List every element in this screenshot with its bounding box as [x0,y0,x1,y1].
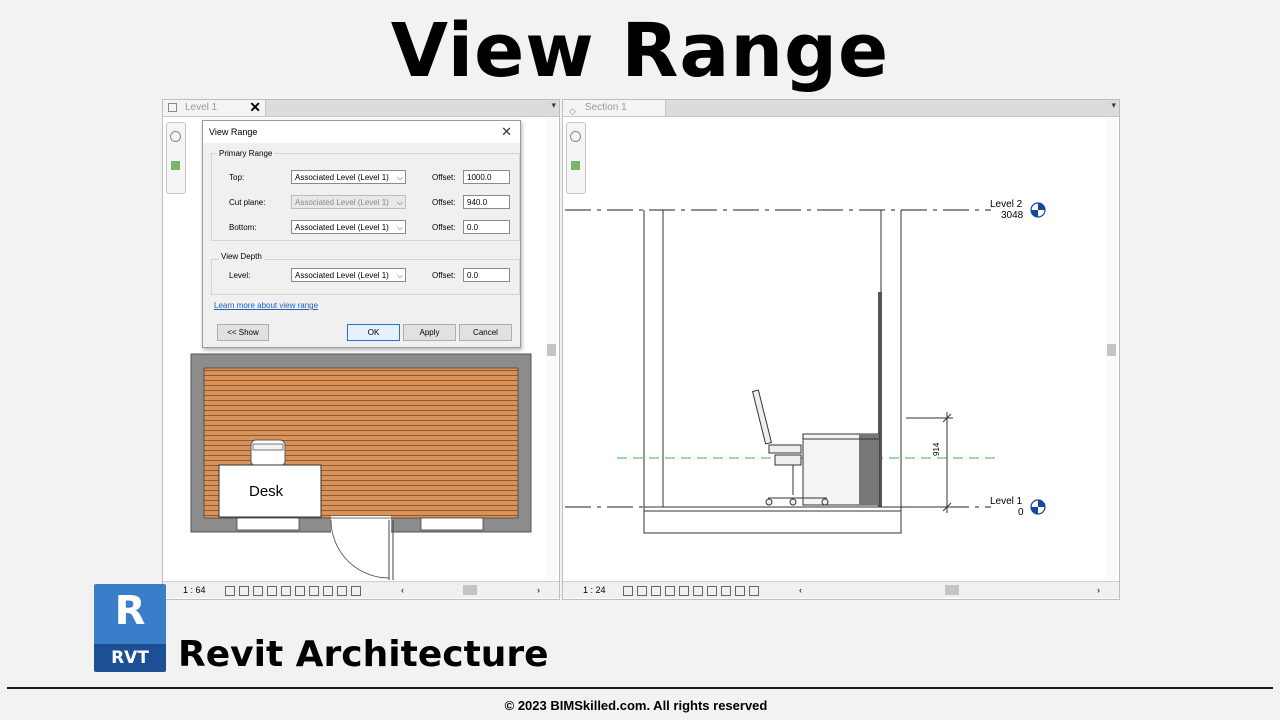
chevron-down-icon: ⌵ [396,271,403,280]
show-crop-icon[interactable] [693,585,703,596]
view-depth-offset-label: Offset: [432,271,456,280]
level-1-marker-icon [1030,499,1046,515]
reveal-hidden-icon[interactable] [735,585,745,596]
view-range-dialog: View Range ✕ Primary Range Top: Associat… [202,120,521,348]
crop-view-icon[interactable] [281,585,291,596]
scale-label[interactable]: 1 : 64 [183,582,206,598]
hide-isolate-icon[interactable] [323,585,333,596]
apply-button[interactable]: Apply [403,324,456,341]
scroll-left-icon[interactable]: ‹ [799,582,802,598]
scroll-thumb[interactable] [1107,344,1116,356]
view-depth-level-label: Level: [229,271,251,280]
shadows-icon[interactable] [267,585,277,596]
bottom-level-combo[interactable]: Associated Level (Level 1) ⌵ [291,220,406,234]
page-title: View Range [390,8,890,94]
h-scroll-thumb[interactable] [463,585,477,595]
dimension-914 [906,412,953,513]
tab-menu-icon[interactable]: ▾ [1111,100,1116,111]
top-offset-field[interactable]: 1000.0 [463,170,510,184]
footer-divider [7,687,1273,689]
chevron-down-icon: ⌵ [396,223,403,232]
left-window [236,517,300,531]
level-2-marker-icon [1030,202,1046,218]
primary-range-label: Primary Range [217,149,275,158]
cut-plane-label: Cut plane: [229,198,266,207]
level-1-elevation[interactable]: 0 [1018,507,1024,518]
lock-view-icon[interactable] [309,585,319,596]
scroll-thumb[interactable] [547,344,556,356]
learn-more-link[interactable]: Learn more about view range [214,301,318,310]
crop-view-icon[interactable] [679,585,689,596]
revit-logo: R RVT [88,584,172,674]
tab-menu-icon[interactable]: ▾ [551,100,556,111]
scroll-left-icon[interactable]: ‹ [401,582,404,598]
logo-abbr: RVT [111,648,149,668]
cut-plane-combo: Associated Level (Level 1) ⌵ [291,195,406,209]
copyright-text: © 2023 BIMSkilled.com. All rights reserv… [504,698,768,713]
top-offset-label: Offset: [432,173,456,182]
dialog-title: View Range [209,127,258,137]
section-view[interactable]: ◇ Section 1 ▾ 914 Level 2 3048 Level 1 0… [562,99,1120,600]
view-control-bar: 1 : 24 ‹ › [563,581,1119,598]
level-1-name[interactable]: Level 1 [990,496,1022,507]
reveal-hidden-icon[interactable] [337,585,347,596]
brand-name: Revit Architecture [178,634,549,675]
cut-plane-offset-field[interactable]: 940.0 [463,195,510,209]
lock-view-icon[interactable] [707,585,717,596]
chevron-down-icon: ⌵ [396,198,403,207]
scroll-right-icon[interactable]: › [537,582,540,598]
bottom-offset-field[interactable]: 0.0 [463,220,510,234]
sun-path-icon[interactable] [253,585,263,596]
hide-isolate-icon[interactable] [721,585,731,596]
door-opening [331,516,391,536]
visual-style-icon[interactable] [239,585,249,596]
dimension-value[interactable]: 914 [932,443,941,456]
dialog-title-bar: View Range ✕ [203,121,520,143]
view-control-icons [621,582,761,598]
vertical-scrollbar[interactable] [545,118,557,580]
level-2-name[interactable]: Level 2 [990,199,1022,210]
analytical-icon[interactable] [351,585,361,596]
h-scroll-thumb[interactable] [945,585,959,595]
top-level-combo[interactable]: Associated Level (Level 1) ⌵ [291,170,406,184]
right-window [420,517,484,531]
cancel-button[interactable]: Cancel [459,324,512,341]
view-depth-level-combo[interactable]: Associated Level (Level 1) ⌵ [291,268,406,282]
detail-level-icon[interactable] [225,585,235,596]
view-depth-label: View Depth [219,252,264,261]
view-control-bar: 1 : 64 ‹ › [163,581,559,598]
desk-label: Desk [249,483,284,500]
vertical-scrollbar[interactable] [1105,118,1117,580]
chevron-down-icon: ⌵ [396,173,403,182]
view-depth-offset-field[interactable]: 0.0 [463,268,510,282]
bottom-label: Bottom: [229,223,257,232]
show-crop-icon[interactable] [295,585,305,596]
cut-plane-offset-label: Offset: [432,198,456,207]
analytical-icon[interactable] [749,585,759,596]
ok-button[interactable]: OK [347,324,400,341]
scale-label[interactable]: 1 : 24 [583,582,606,598]
sun-path-icon[interactable] [651,585,661,596]
level-2-elevation[interactable]: 3048 [1001,210,1023,221]
close-icon[interactable]: ✕ [501,124,512,140]
show-button[interactable]: << Show [217,324,269,341]
detail-level-icon[interactable] [623,585,633,596]
visual-style-icon[interactable] [637,585,647,596]
bottom-offset-label: Offset: [432,223,456,232]
logo-letter: R [114,588,146,634]
scroll-right-icon[interactable]: › [1097,582,1100,598]
shadows-icon[interactable] [665,585,675,596]
view-control-icons [223,582,363,598]
top-label: Top: [229,173,245,182]
